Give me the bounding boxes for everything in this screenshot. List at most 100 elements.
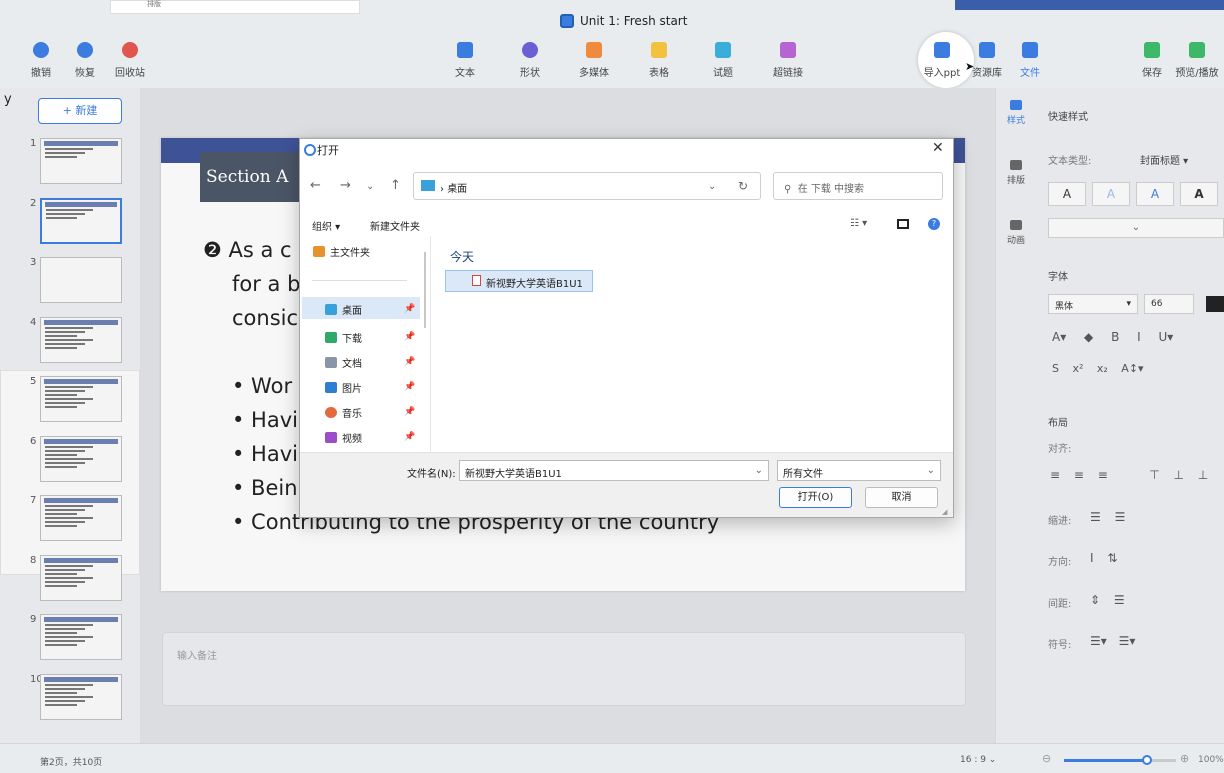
- new-slide-button[interactable]: + 新建: [38, 98, 122, 124]
- new-folder-button[interactable]: 新建文件夹: [370, 218, 420, 233]
- slide-text-line[interactable]: ❷ As a c: [203, 238, 292, 262]
- recent-locations-icon[interactable]: ⌄: [366, 181, 374, 192]
- preview-button[interactable]: 预览/播放: [1170, 42, 1224, 79]
- quiz-button[interactable]: 试题: [698, 42, 748, 79]
- nav-scrollbar[interactable]: [424, 252, 426, 328]
- organize-menu[interactable]: 组织 ▾: [312, 218, 340, 233]
- media-button[interactable]: 多媒体: [569, 42, 619, 79]
- file-name[interactable]: 新视野大学英语B1U1: [486, 275, 583, 290]
- slide-thumbnail[interactable]: [40, 554, 122, 601]
- import-ppt-button[interactable]: 导入ppt: [917, 42, 967, 79]
- open-button[interactable]: 打开(O): [779, 487, 852, 508]
- nav-item-downloads[interactable]: 下载: [325, 330, 362, 345]
- direction-buttons[interactable]: I ⇅: [1090, 551, 1117, 565]
- text-type-value: 封面标题: [1140, 156, 1180, 167]
- slide-thumbnail[interactable]: [40, 197, 122, 244]
- font-family-select[interactable]: 黑体 ▾: [1048, 294, 1138, 314]
- align-buttons[interactable]: ≡ ≡ ≡ ⊤ ⊥ ⊥: [1050, 468, 1208, 482]
- up-icon[interactable]: ↑: [390, 178, 401, 193]
- filetype-select[interactable]: 所有文件 ⌄: [777, 460, 941, 481]
- preset-a-3[interactable]: A: [1136, 182, 1174, 206]
- shape-icon: [522, 42, 538, 58]
- pin-icon[interactable]: 📌: [404, 382, 415, 392]
- slide-text-line[interactable]: for a b: [232, 272, 300, 296]
- aspect-ratio-value: 16 : 9: [960, 755, 986, 765]
- slide-thumbnail[interactable]: [40, 435, 122, 482]
- address-dropdown-icon[interactable]: ⌄: [708, 181, 716, 192]
- zoom-slider[interactable]: [1064, 759, 1176, 762]
- font-color-swatch[interactable]: [1206, 296, 1224, 312]
- pin-icon[interactable]: 📌: [404, 304, 415, 314]
- text-button[interactable]: 文本: [440, 42, 490, 79]
- pin-icon[interactable]: 📌: [404, 432, 415, 442]
- slide-text-line[interactable]: consic: [232, 306, 298, 330]
- notes-input[interactable]: 输入备注: [162, 632, 966, 706]
- slide-number: 1: [30, 138, 37, 149]
- desktop-folder-icon: [421, 180, 435, 191]
- tab-style[interactable]: 样式: [1000, 100, 1032, 126]
- help-icon[interactable]: ?: [928, 218, 940, 230]
- slide-thumbnail[interactable]: [40, 376, 122, 422]
- pin-icon[interactable]: 📌: [404, 332, 415, 342]
- more-presets-dropdown[interactable]: ⌄: [1048, 218, 1224, 238]
- nav-item-documents[interactable]: 文档: [325, 355, 362, 370]
- redo-button[interactable]: 恢复: [60, 42, 110, 79]
- preview-pane-icon[interactable]: [897, 219, 909, 229]
- refresh-icon[interactable]: ↻: [738, 179, 748, 193]
- cancel-button[interactable]: 取消: [865, 487, 938, 508]
- slide-thumbnail[interactable]: [40, 138, 122, 184]
- close-icon[interactable]: ✕: [932, 140, 944, 156]
- nav-item-home[interactable]: 主文件夹: [313, 244, 370, 259]
- tab-layout[interactable]: 排版: [1000, 160, 1032, 186]
- text-type-select[interactable]: 封面标题 ▾: [1140, 152, 1188, 167]
- file-button[interactable]: 文件: [1005, 42, 1055, 79]
- filename-input[interactable]: 新视野大学英语B1U1 ⌄: [459, 460, 769, 481]
- spacing-buttons[interactable]: ⇕ ☰: [1090, 593, 1125, 607]
- stray-char: y: [4, 92, 12, 107]
- zoom-out-icon[interactable]: ⊖: [1042, 752, 1051, 765]
- shape-button[interactable]: 形状: [505, 42, 555, 79]
- text-label: 文本: [455, 68, 475, 79]
- undo-button[interactable]: 撤销: [16, 42, 66, 79]
- slide-bullet[interactable]: • Wor: [232, 374, 292, 398]
- slide-bullet[interactable]: • Bein: [232, 476, 298, 500]
- link-button[interactable]: 超链接: [763, 42, 813, 79]
- page-indicator: 第2页，共10页: [40, 758, 103, 768]
- preset-a-4[interactable]: A: [1180, 182, 1218, 206]
- preset-a-1[interactable]: A: [1048, 182, 1086, 206]
- nav-item-desktop[interactable]: 桌面: [325, 302, 362, 317]
- zoom-slider-handle[interactable]: [1142, 755, 1152, 765]
- preset-a-2[interactable]: A: [1092, 182, 1130, 206]
- nav-divider: [312, 280, 407, 281]
- slide-thumbnail[interactable]: [40, 614, 122, 660]
- slide-thumbnail[interactable]: [40, 673, 122, 720]
- recycle-button[interactable]: 回收站: [105, 42, 155, 79]
- slide-thumbnail[interactable]: [40, 257, 122, 303]
- resize-grip-icon[interactable]: ◢: [942, 508, 947, 516]
- nav-item-videos[interactable]: 视频: [325, 430, 362, 445]
- font-effect-buttons[interactable]: S x² x₂ A↕▾: [1052, 362, 1144, 375]
- list-symbol-buttons[interactable]: ☰▾ ☰▾: [1090, 634, 1135, 648]
- nav-item-pictures[interactable]: 图片: [325, 380, 362, 395]
- tab-animation[interactable]: 动画: [1000, 220, 1032, 246]
- slide-number: 4: [30, 316, 37, 328]
- table-button[interactable]: 表格: [634, 42, 684, 79]
- quick-style-presets: A A A A: [1048, 182, 1224, 206]
- slide-thumbnail[interactable]: [40, 495, 122, 541]
- pin-icon[interactable]: 📌: [404, 407, 415, 417]
- search-input[interactable]: ⚲ 在 下载 中搜索: [773, 172, 943, 200]
- section-title[interactable]: Section A: [200, 152, 300, 202]
- slide-bullet[interactable]: • Havi: [232, 408, 298, 432]
- pin-icon[interactable]: 📌: [404, 357, 415, 367]
- font-format-buttons[interactable]: A▾ ◆ B I U▾: [1052, 330, 1173, 344]
- aspect-ratio-select[interactable]: 16 : 9 ⌄: [960, 755, 996, 765]
- back-icon[interactable]: ←: [310, 178, 321, 193]
- nav-item-music[interactable]: 音乐: [325, 405, 362, 420]
- forward-icon[interactable]: →: [340, 178, 351, 193]
- indent-buttons[interactable]: ☰ ☰: [1090, 510, 1125, 524]
- view-options-icon[interactable]: ☷ ▾: [850, 218, 867, 229]
- zoom-in-icon[interactable]: ⊕: [1180, 752, 1189, 765]
- font-size-stepper[interactable]: 66: [1144, 294, 1194, 314]
- slide-thumbnail[interactable]: [40, 316, 122, 363]
- slide-bullet[interactable]: • Havi: [232, 442, 298, 466]
